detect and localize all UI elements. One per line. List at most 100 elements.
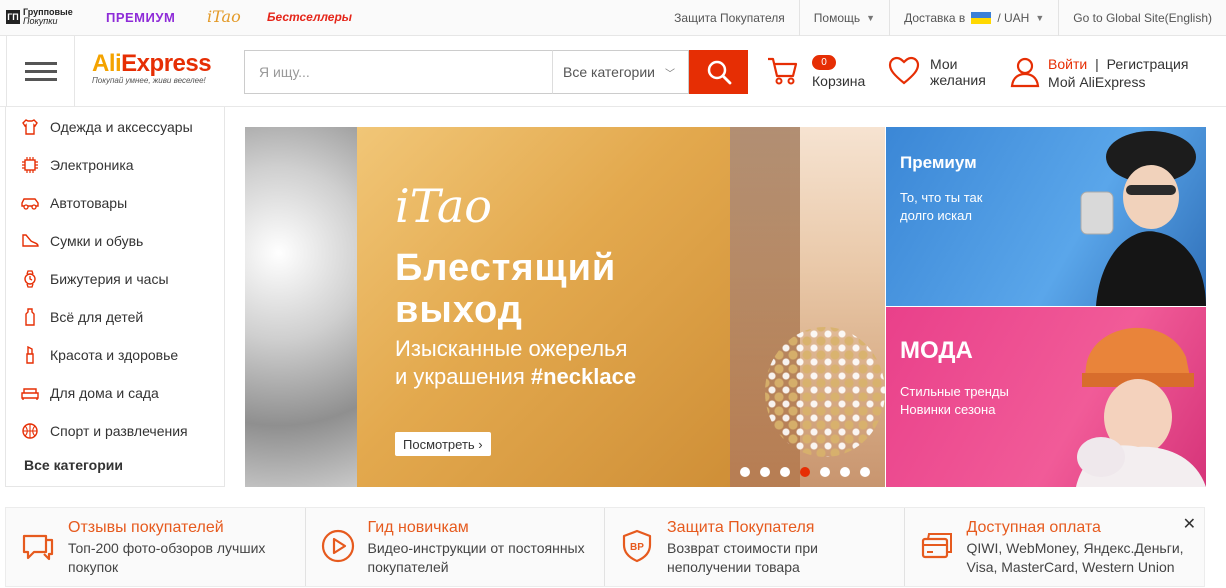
banner-sub-2: и украшения [395, 364, 531, 389]
banner-headline: Блестящий выход [395, 247, 616, 331]
premium-link[interactable]: ПРЕМИУМ [106, 10, 175, 25]
category-label: Сумки и обувь [50, 233, 144, 249]
menu-button[interactable] [6, 36, 75, 107]
heart-icon [888, 56, 920, 85]
category-label: Спорт и развлечения [50, 423, 188, 439]
search-bar: Я ищу... Все категории ﹀ [244, 50, 748, 94]
banner-subtitle: Изысканные ожерелья и украшения #necklac… [395, 335, 636, 391]
ukraine-flag-icon [971, 12, 992, 24]
promo-fashion-line1: Стильные тренды [900, 384, 1009, 399]
help-label: Помощь [813, 11, 861, 25]
carousel-dot[interactable] [780, 467, 790, 477]
itao-link[interactable]: iTao [207, 7, 241, 26]
category-item[interactable]: Всё для детей [6, 298, 224, 336]
delivery-menu[interactable]: Доставка в / UAH ▼ [889, 0, 1058, 36]
category-label: Красота и здоровье [50, 347, 179, 363]
hero-banner[interactable]: iTao Блестящий выход Изысканные ожерелья… [245, 127, 885, 487]
feature-desc: Видео-инструкции от постоянных покупател… [367, 540, 585, 575]
carousel-dot[interactable] [860, 467, 870, 477]
buyer-protection-label: Защита Покупателя [674, 11, 785, 25]
search-icon [707, 60, 731, 85]
buyer-protection-link[interactable]: Защита Покупателя [660, 0, 799, 36]
disco-ball-image [245, 127, 357, 487]
promo-premium-line1: То, что ты так [900, 190, 983, 205]
category-item[interactable]: Спорт и развлечения [6, 412, 224, 450]
watch-icon [20, 269, 40, 289]
carousel-dot[interactable] [840, 467, 850, 477]
carousel-dot[interactable] [820, 467, 830, 477]
shield-icon: BP [622, 529, 652, 563]
category-item[interactable]: Бижутерия и часы [6, 260, 224, 298]
carousel-dot[interactable] [760, 467, 770, 477]
login-link[interactable]: Войти [1048, 56, 1087, 72]
feature-payment[interactable]: Доступная оплата QIWI, WebMoney, Яндекс.… [905, 508, 1205, 586]
promo-premium[interactable]: Премиум То, что ты так долго искал [886, 127, 1206, 306]
cart-count-badge: 0 [812, 55, 836, 70]
category-select[interactable]: Все категории ﹀ [552, 50, 689, 94]
category-label: Одежда и аксессуары [50, 119, 193, 135]
promo-fashion-title: МОДА [900, 337, 973, 364]
promo-fashion-line2: Новинки сезона [900, 402, 996, 417]
hamburger-icon [25, 62, 57, 65]
category-item[interactable]: Красота и здоровье [6, 336, 224, 374]
wallet-icon [921, 533, 952, 559]
search-input[interactable]: Я ищу... [244, 50, 552, 94]
carousel-dot[interactable] [740, 467, 750, 477]
currency-separator: / [997, 11, 1001, 25]
feature-reviews[interactable]: Отзывы покупателей Топ-200 фото-обзоров … [6, 508, 306, 586]
logo-text: AliExpress [92, 50, 212, 77]
close-icon[interactable]: ✕ [1183, 514, 1196, 534]
play-icon [321, 529, 354, 563]
cart-label: Корзина [812, 73, 866, 89]
category-item[interactable]: Для дома и сада [6, 374, 224, 412]
feature-desc: Топ-200 фото-обзоров лучших покупок [68, 540, 266, 575]
promo-premium-title: Премиум [900, 153, 977, 172]
group-buy-line2: Покупки [23, 16, 58, 26]
promo-premium-line2: долго искал [900, 208, 972, 223]
feature-desc: Возврат стоимости при неполучении товара [667, 540, 818, 575]
category-item[interactable]: Сумки и обувь [6, 222, 224, 260]
sofa-icon [20, 383, 40, 403]
promo-fashion[interactable]: МОДА Стильные тренды Новинки сезона [886, 307, 1206, 487]
premium-model-image [1080, 131, 1206, 306]
fashion-model-image [1076, 327, 1206, 487]
help-menu[interactable]: Помощь ▼ [798, 0, 889, 36]
features-strip: Отзывы покупателей Топ-200 фото-обзоров … [5, 507, 1205, 587]
category-item[interactable]: Одежда и аксессуары [6, 108, 224, 146]
aliexpress-logo[interactable]: AliExpress Покупай умнее, живи веселее! [92, 50, 232, 94]
register-link[interactable]: Регистрация [1107, 56, 1189, 72]
category-item[interactable]: Электроника [6, 146, 224, 184]
chevron-down-icon: ﹀ [664, 68, 675, 80]
account-separator: | [1095, 56, 1099, 72]
global-site-link[interactable]: Go to Global Site(English) [1058, 0, 1226, 36]
feature-protection[interactable]: BP Защита Покупателя Возврат стоимости п… [605, 508, 905, 586]
wishlist-link[interactable]: Мои желания [888, 54, 998, 94]
category-item[interactable]: Автотовары [6, 184, 224, 222]
feature-guide[interactable]: Гид новичкам Видео-инструкции от постоян… [306, 508, 605, 586]
ball-icon [20, 421, 40, 441]
user-icon [1010, 57, 1040, 88]
carousel-dot[interactable] [800, 467, 810, 477]
banner-headline-1: Блестящий [395, 247, 617, 289]
all-categories-link[interactable]: Все категории [24, 457, 123, 473]
banner-headline-2: выход [395, 289, 523, 331]
banner-brand: iTao [395, 179, 492, 233]
bestsellers-link[interactable]: Бестселлеры [267, 10, 352, 24]
category-label: Автотовары [50, 195, 128, 211]
group-buy-link[interactable]: ГП Групповые Покупки [6, 6, 78, 28]
lipstick-icon [20, 345, 40, 365]
category-label: Электроника [50, 157, 134, 173]
banner-view-button[interactable]: Посмотреть › [395, 432, 491, 456]
feature-title: Отзывы покупателей [68, 519, 224, 536]
wishlist-line1: Мои [930, 56, 958, 72]
carousel-dots [740, 467, 880, 477]
category-sidebar: Одежда и аксессуары Электроника Автотова… [5, 107, 225, 487]
my-aliexpress-link[interactable]: Мой AliExpress [1048, 74, 1145, 90]
shoe-icon [20, 231, 40, 251]
shirt-icon [20, 117, 40, 137]
search-button[interactable] [689, 50, 748, 94]
header: AliExpress Покупай умнее, живи веселее! … [0, 36, 1226, 107]
chat-icon [22, 534, 54, 561]
cart-link[interactable]: 0 Корзина [766, 54, 876, 94]
feature-desc: QIWI, WebMoney, Яндекс.Деньги, Visa, Mas… [966, 540, 1184, 575]
